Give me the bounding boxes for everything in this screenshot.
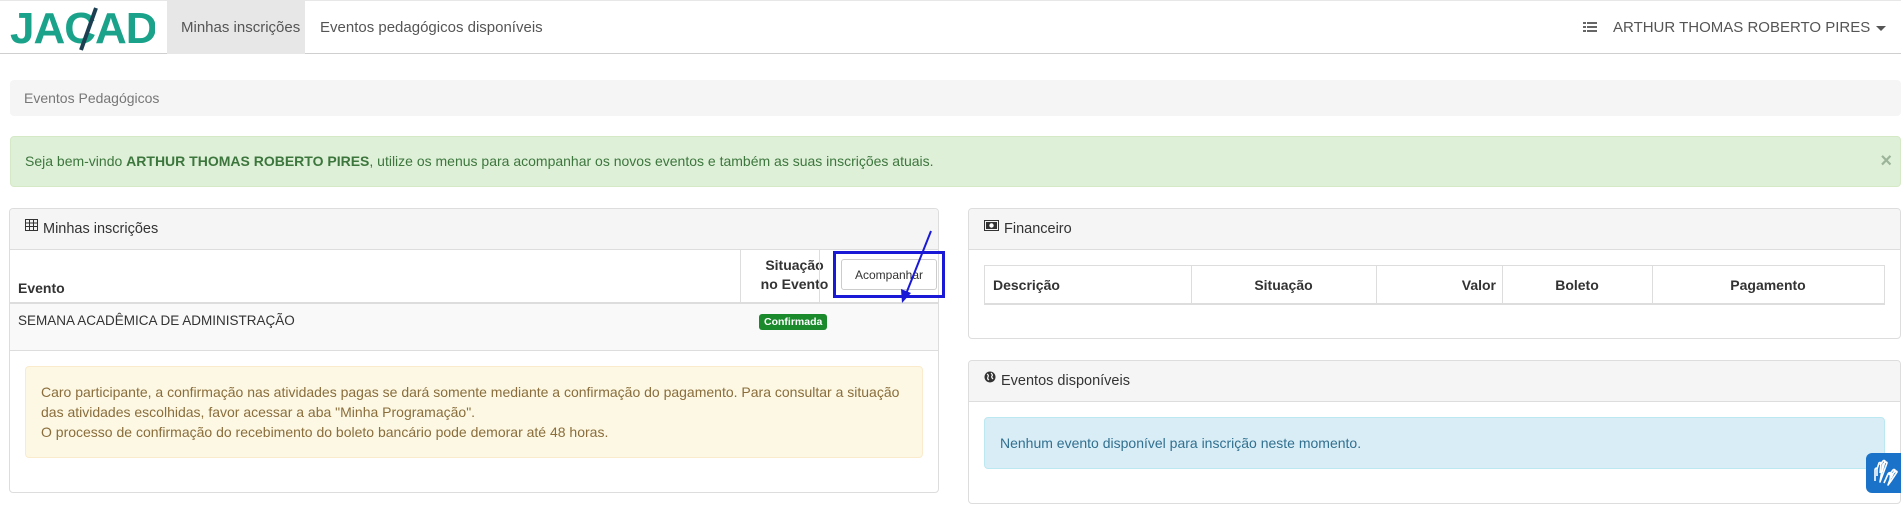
panel-title: Minhas inscrições	[43, 221, 159, 237]
hands-icon	[1874, 459, 1898, 486]
financeiro-table: Descrição Situação Valor Boleto Pagament…	[984, 265, 1885, 305]
header-boleto: Boleto	[1555, 277, 1599, 293]
tab-eventos-disponiveis[interactable]: Eventos pedagógicos disponíveis	[306, 1, 557, 54]
header-valor: Valor	[1461, 277, 1496, 293]
money-icon	[984, 207, 999, 248]
list-icon[interactable]	[1582, 19, 1598, 35]
header-descricao: Descrição	[993, 277, 1060, 293]
panel-financeiro: Financeiro Descrição Situação Valor Bole…	[968, 208, 1901, 339]
annotation-arrow-icon	[901, 230, 932, 303]
no-events-alert: Nenhum evento disponível para inscrição …	[984, 417, 1885, 469]
panel-minhas-inscricoes: Minhas inscrições Evento Situação no Eve…	[9, 208, 945, 493]
jacad-logo[interactable]: JACAD	[10, 4, 155, 52]
breadcrumb-item: Eventos Pedagógicos	[24, 90, 160, 106]
table-icon	[25, 207, 38, 248]
panel-eventos-disponiveis: Eventos disponíveis Nenhum evento dispon…	[968, 360, 1901, 504]
welcome-alert: Seja bem-vindo ARTHUR THOMAS ROBERTO PIR…	[10, 136, 1901, 187]
header-evento: Evento	[18, 280, 65, 296]
breadcrumb: Eventos Pedagógicos	[10, 80, 1901, 116]
payment-notice: Caro participante, a confirmação nas ati…	[25, 366, 923, 458]
notice-line: O processo de confirmação do recebimento…	[41, 424, 609, 440]
header-situacao-line1: Situação	[765, 257, 824, 273]
panel-heading: Eventos disponíveis	[969, 361, 1900, 402]
top-navbar: JACAD Minhas inscrições Eventos pedagógi…	[0, 0, 1901, 54]
user-menu[interactable]: ARTHUR THOMAS ROBERTO PIRES	[1613, 1, 1887, 54]
notice-line: das atividades escolhidas, favor acessar…	[41, 404, 476, 420]
panel-heading: Minhas inscrições	[10, 209, 938, 250]
table-header-row: Evento Situação no Evento	[10, 250, 938, 304]
table-row: SEMANA ACADÊMICA DE ADMINISTRAÇÃO Confir…	[10, 304, 938, 351]
user-name: ARTHUR THOMAS ROBERTO PIRES	[1613, 19, 1871, 36]
caret-down-icon	[1876, 25, 1887, 31]
close-alert-button[interactable]: ×	[1880, 137, 1892, 186]
welcome-prefix: Seja bem-vindo	[25, 153, 127, 169]
header-situacao-line2: no Evento	[760, 276, 829, 292]
tab-minhas-inscricoes[interactable]: Minhas inscrições	[167, 1, 305, 54]
welcome-user-name: ARTHUR THOMAS ROBERTO PIRES	[126, 153, 370, 169]
header-situacao: Situação no Evento	[748, 256, 841, 294]
notice-line: Caro participante, a confirmação nas ati…	[41, 384, 900, 400]
header-situacao: Situação	[1254, 277, 1313, 293]
panel-heading: Financeiro	[969, 209, 1900, 250]
event-name: SEMANA ACADÊMICA DE ADMINISTRAÇÃO	[18, 313, 295, 328]
jacad-logo-mark: JACAD	[10, 4, 155, 52]
accessibility-button[interactable]	[1866, 453, 1901, 493]
no-events-message: Nenhum evento disponível para inscrição …	[1000, 435, 1362, 451]
panel-title: Eventos disponíveis	[1001, 373, 1130, 389]
welcome-suffix: , utilize os menus para acompanhar os no…	[369, 153, 934, 169]
globe-icon	[984, 359, 996, 400]
header-pagamento: Pagamento	[1730, 277, 1806, 293]
status-badge: Confirmada	[759, 314, 828, 330]
panel-title: Financeiro	[1004, 221, 1072, 237]
